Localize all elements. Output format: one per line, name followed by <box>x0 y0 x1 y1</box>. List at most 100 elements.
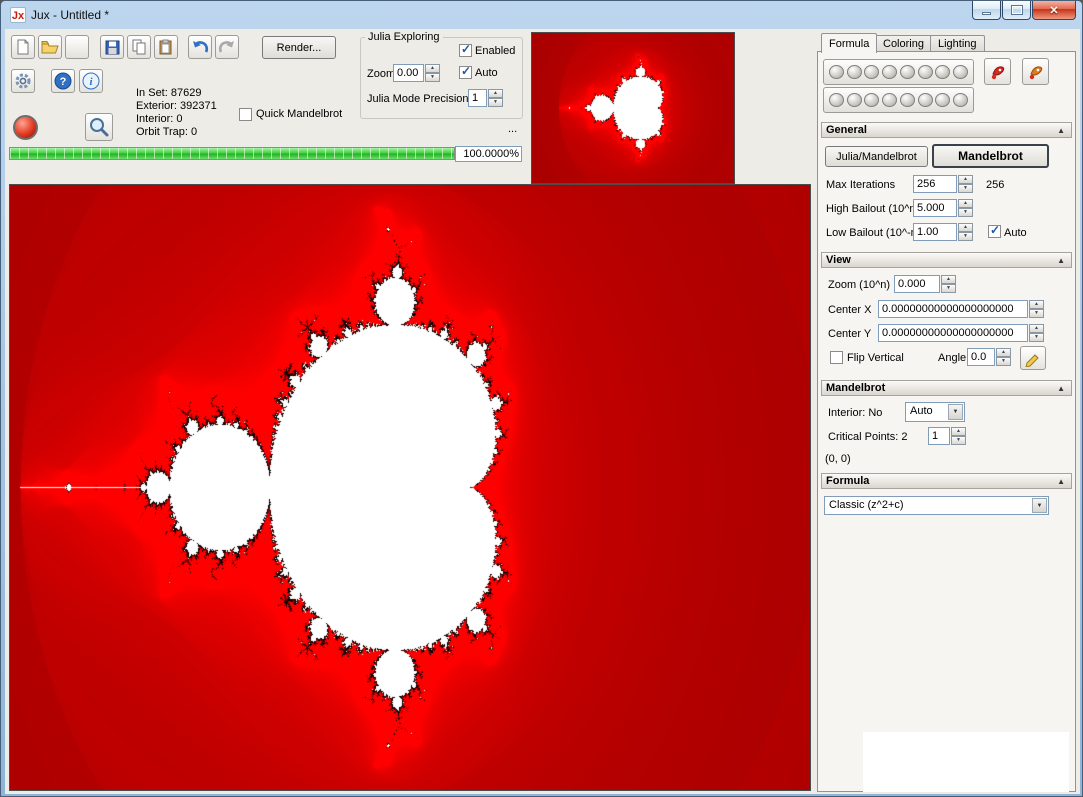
copy-button[interactable] <box>127 35 151 59</box>
paste-button[interactable] <box>154 35 178 59</box>
formula-section-header[interactable]: Formula ▲ <box>821 473 1072 489</box>
spinner-down-icon[interactable]: ▼ <box>958 208 973 217</box>
gradient-node-button[interactable] <box>882 93 897 107</box>
max-iterations-spinner[interactable]: ▲▼ <box>958 175 973 193</box>
gradient-node-button[interactable] <box>864 65 879 79</box>
help-button[interactable]: ? <box>51 69 75 93</box>
edit-angle-button[interactable] <box>1020 346 1046 370</box>
angle-spinner[interactable]: ▲▼ <box>996 348 1011 366</box>
low-bailout-input[interactable] <box>913 223 957 241</box>
spinner-up-icon[interactable]: ▲ <box>951 427 966 436</box>
julia-mandelbrot-button[interactable]: Julia/Mandelbrot <box>825 146 928 167</box>
gradient-node-button[interactable] <box>864 93 879 107</box>
redo-button[interactable] <box>215 35 239 59</box>
critical-points-spinner[interactable]: ▲▼ <box>951 427 966 445</box>
gradient-node-button[interactable] <box>847 65 862 79</box>
spinner-up-icon[interactable]: ▲ <box>958 223 973 232</box>
critical-points-input[interactable] <box>928 427 950 445</box>
spinner-up-icon[interactable]: ▲ <box>958 175 973 184</box>
collapse-arrow-icon[interactable]: ▲ <box>1057 256 1065 265</box>
spinner-down-icon[interactable]: ▼ <box>425 73 440 82</box>
high-bailout-input[interactable] <box>913 199 957 217</box>
view-zoom-spinner[interactable]: ▲▼ <box>941 275 956 293</box>
tab-formula[interactable]: Formula <box>821 33 877 53</box>
gradient-node-button[interactable] <box>935 65 950 79</box>
center-y-spinner[interactable]: ▲▼ <box>1029 324 1044 342</box>
spinner-up-icon[interactable]: ▲ <box>488 89 503 98</box>
julia-enabled-checkbox[interactable] <box>459 44 472 57</box>
new-button[interactable] <box>11 35 35 59</box>
formula-dropdown[interactable]: Classic (z^2+c) ▼ <box>824 496 1049 515</box>
dropdown-arrow-icon[interactable]: ▼ <box>1032 498 1047 513</box>
spinner-down-icon[interactable]: ▼ <box>488 98 503 107</box>
minimize-button[interactable] <box>972 1 1001 20</box>
low-bailout-auto-checkbox[interactable] <box>988 225 1001 238</box>
max-iterations-input[interactable] <box>913 175 957 193</box>
gradient-node-button[interactable] <box>882 65 897 79</box>
low-bailout-spinner[interactable]: ▲▼ <box>958 223 973 241</box>
view-zoom-input[interactable] <box>894 275 940 293</box>
julia-precision-input[interactable] <box>468 89 487 107</box>
spinner-up-icon[interactable]: ▲ <box>1029 324 1044 333</box>
high-bailout-spinner[interactable]: ▲▼ <box>958 199 973 217</box>
spinner-up-icon[interactable]: ▲ <box>1029 300 1044 309</box>
mandelbrot-section-header[interactable]: Mandelbrot ▲ <box>821 380 1072 396</box>
mandelbrot-button[interactable]: Mandelbrot <box>932 144 1049 168</box>
spinner-down-icon[interactable]: ▼ <box>1029 333 1044 342</box>
interior-dropdown[interactable]: Auto ▼ <box>905 402 965 422</box>
settings-button[interactable] <box>11 69 35 93</box>
blank-button[interactable] <box>65 35 89 59</box>
spinner-down-icon[interactable]: ▼ <box>996 357 1011 366</box>
dye-red-button[interactable] <box>984 58 1011 85</box>
collapse-arrow-icon[interactable]: ▲ <box>1057 477 1065 486</box>
open-button[interactable] <box>38 35 62 59</box>
general-section-header[interactable]: General ▲ <box>821 122 1072 138</box>
gradient-node-button[interactable] <box>900 65 915 79</box>
julia-zoom-input[interactable] <box>393 64 424 82</box>
center-x-spinner[interactable]: ▲▼ <box>1029 300 1044 318</box>
tab-coloring[interactable]: Coloring <box>875 35 932 52</box>
spinner-down-icon[interactable]: ▼ <box>951 436 966 445</box>
close-button[interactable]: ✕ <box>1032 1 1076 20</box>
zoom-tool-button[interactable] <box>85 113 113 141</box>
save-button[interactable] <box>100 35 124 59</box>
gradient-node-button[interactable] <box>953 93 968 107</box>
fractal-view-canvas[interactable] <box>10 185 810 790</box>
quick-mandelbrot-checkbox[interactable] <box>239 108 252 121</box>
dye-orange-button[interactable] <box>1022 58 1049 85</box>
julia-precision-spinner[interactable]: ▲▼ <box>488 89 503 107</box>
spinner-down-icon[interactable]: ▼ <box>958 184 973 193</box>
collapse-arrow-icon[interactable]: ▲ <box>1057 384 1065 393</box>
info-button[interactable]: i <box>79 69 103 93</box>
gradient-node-button[interactable] <box>847 93 862 107</box>
gradient-node-button[interactable] <box>953 65 968 79</box>
flip-vertical-checkbox[interactable] <box>830 351 843 364</box>
julia-zoom-spinner[interactable]: ▲▼ <box>425 64 440 82</box>
spinner-down-icon[interactable]: ▼ <box>958 232 973 241</box>
gradient-node-button[interactable] <box>829 93 844 107</box>
more-button[interactable]: ... <box>508 123 517 135</box>
collapse-arrow-icon[interactable]: ▲ <box>1057 126 1065 135</box>
gradient-node-button[interactable] <box>918 93 933 107</box>
spinner-down-icon[interactable]: ▼ <box>1029 309 1044 318</box>
render-button[interactable]: Render... <box>262 36 336 59</box>
center-y-input[interactable] <box>878 324 1028 342</box>
julia-preview-canvas[interactable] <box>532 33 734 183</box>
angle-input[interactable] <box>967 348 995 366</box>
gradient-node-button[interactable] <box>935 93 950 107</box>
spinner-up-icon[interactable]: ▲ <box>941 275 956 284</box>
view-section-header[interactable]: View ▲ <box>821 252 1072 268</box>
record-button[interactable] <box>13 115 38 140</box>
gradient-node-button[interactable] <box>829 65 844 79</box>
dropdown-arrow-icon[interactable]: ▼ <box>948 404 963 420</box>
spinner-up-icon[interactable]: ▲ <box>996 348 1011 357</box>
undo-button[interactable] <box>188 35 212 59</box>
spinner-up-icon[interactable]: ▲ <box>425 64 440 73</box>
julia-auto-checkbox[interactable] <box>459 66 472 79</box>
center-x-input[interactable] <box>878 300 1028 318</box>
spinner-up-icon[interactable]: ▲ <box>958 199 973 208</box>
maximize-button[interactable] <box>1002 1 1031 20</box>
gradient-node-button[interactable] <box>918 65 933 79</box>
gradient-node-button[interactable] <box>900 93 915 107</box>
tab-lighting[interactable]: Lighting <box>930 35 985 52</box>
